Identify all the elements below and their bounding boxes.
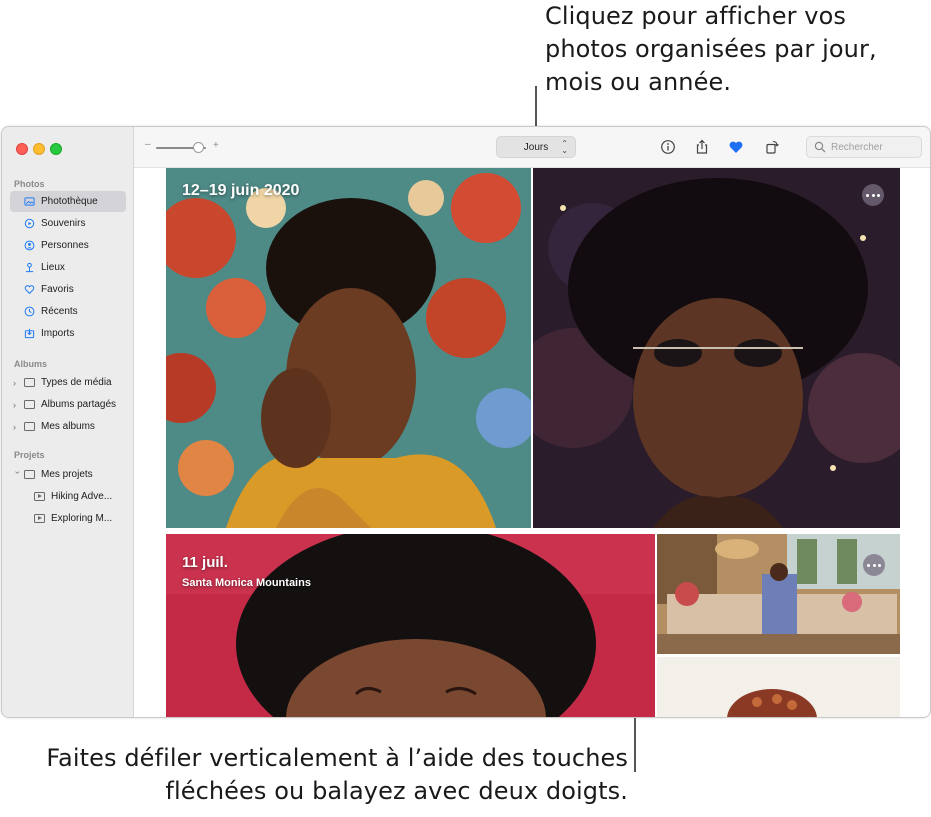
photo-thumbnail[interactable] [657, 534, 900, 654]
sidebar-item-label: Albums partagés [41, 399, 117, 410]
photo-thumbnail[interactable]: 12–19 juin 2020 [166, 168, 531, 528]
sidebar-item-label: Exploring M... [51, 513, 113, 524]
photo-thumbnail[interactable] [657, 657, 900, 717]
moment-location: Santa Monica Mountains [182, 577, 311, 589]
zoom-slider-knob[interactable] [193, 142, 204, 153]
sidebar-item-label: Mes albums [41, 421, 95, 432]
library-icon [24, 196, 35, 207]
folder-icon [24, 422, 35, 431]
favorite-button[interactable] [728, 139, 744, 155]
sidebar-item-imports[interactable]: Imports [10, 323, 126, 344]
folder-icon [24, 378, 35, 387]
info-button[interactable] [660, 139, 676, 155]
sidebar-item-label: Souvenirs [41, 218, 86, 229]
toolbar: – + Jours ⌃ ⌄ Rechercher [134, 127, 930, 168]
heart-filled-icon [729, 141, 743, 153]
shared-album-icon [24, 400, 35, 409]
heart-icon [24, 284, 35, 295]
sidebar-item-project-hiking[interactable]: Hiking Adve... [10, 486, 126, 507]
info-icon [661, 140, 675, 154]
sidebar-item-label: Lieux [41, 262, 65, 273]
sidebar-item-memories[interactable]: Souvenirs [10, 213, 126, 234]
sidebar: Photos Photothèque Souvenirs Personnes L… [2, 127, 134, 717]
section-albums-title: Albums [14, 359, 48, 369]
sidebar-item-my-albums[interactable]: › Mes albums [10, 416, 126, 437]
sidebar-item-media-types[interactable]: › Types de média [10, 372, 126, 393]
share-button[interactable] [694, 139, 710, 155]
sidebar-item-label: Imports [41, 328, 75, 339]
callout-view-selector: Cliquez pour afficher vos photos organis… [545, 2, 877, 96]
sidebar-item-places[interactable]: Lieux [10, 257, 126, 278]
chevron-right-icon[interactable]: › [13, 378, 21, 388]
sidebar-item-favorites[interactable]: Favoris [10, 279, 126, 300]
slideshow-project-icon [34, 492, 45, 501]
sidebar-item-shared-albums[interactable]: › Albums partagés [10, 394, 126, 415]
minimize-window-button[interactable] [33, 143, 45, 155]
section-photos-title: Photos [14, 179, 45, 189]
sidebar-item-label: Mes projets [41, 469, 93, 480]
search-icon [814, 141, 826, 153]
zoom-out-label: – [145, 139, 151, 150]
sidebar-item-library[interactable]: Photothèque [10, 191, 126, 212]
updown-chevron-icon: ⌃ ⌄ [561, 139, 568, 155]
sidebar-item-recents[interactable]: Récents [10, 301, 126, 322]
photo-image [533, 168, 900, 528]
slideshow-project-icon [34, 514, 45, 523]
photo-image [166, 168, 531, 528]
more-options-button[interactable] [863, 554, 885, 576]
search-placeholder: Rechercher [831, 141, 883, 153]
photo-thumbnail[interactable]: 11 juil. Santa Monica Mountains [166, 534, 655, 717]
rotate-icon [766, 140, 779, 154]
callout-scroll-line1: Faites défiler verticalement à l’aide de… [46, 744, 628, 772]
rotate-button[interactable] [764, 139, 780, 155]
moment-date-title: 12–19 juin 2020 [182, 182, 300, 199]
sidebar-item-project-exploring[interactable]: Exploring M... [10, 508, 126, 529]
zoom-in-label: + [213, 140, 219, 151]
sidebar-item-label: Récents [41, 306, 78, 317]
photos-window: Photos Photothèque Souvenirs Personnes L… [1, 126, 931, 718]
chevron-right-icon[interactable]: › [13, 400, 21, 410]
close-window-button[interactable] [16, 143, 28, 155]
callout-scroll-line2: fléchées ou balayez avec deux doigts. [165, 777, 628, 805]
photo-thumbnail[interactable] [533, 168, 900, 528]
folder-icon [24, 470, 35, 479]
import-icon [24, 328, 35, 339]
callout-scroll: Faites défiler verticalement à l’aide de… [0, 742, 628, 808]
photo-image [166, 534, 655, 717]
chevron-down-icon[interactable]: › [13, 471, 23, 479]
sidebar-item-label: Personnes [41, 240, 89, 251]
memories-icon [24, 218, 35, 229]
sidebar-item-my-projects[interactable]: › Mes projets [10, 464, 126, 485]
view-selector-value: Jours [523, 141, 549, 153]
sidebar-item-label: Favoris [41, 284, 74, 295]
chevron-right-icon[interactable]: › [13, 422, 21, 432]
sidebar-item-people[interactable]: Personnes [10, 235, 126, 256]
search-field[interactable]: Rechercher [806, 136, 922, 158]
view-selector-popup[interactable]: Jours ⌃ ⌄ [496, 136, 576, 158]
clock-icon [24, 306, 35, 317]
more-options-button[interactable] [862, 184, 884, 206]
share-icon [696, 139, 708, 154]
section-projects-title: Projets [14, 450, 45, 460]
photo-image [657, 534, 900, 654]
photo-image [657, 657, 900, 717]
sidebar-item-label: Hiking Adve... [51, 491, 113, 502]
people-icon [24, 240, 35, 251]
sidebar-item-label: Types de média [41, 377, 112, 388]
photo-grid[interactable]: 12–19 juin 2020 11 juil. Santa Monica Mo… [134, 168, 930, 717]
moment-date-title: 11 juil. [182, 554, 228, 571]
places-icon [24, 262, 35, 273]
sidebar-item-label: Photothèque [41, 196, 98, 207]
fullscreen-window-button[interactable] [50, 143, 62, 155]
